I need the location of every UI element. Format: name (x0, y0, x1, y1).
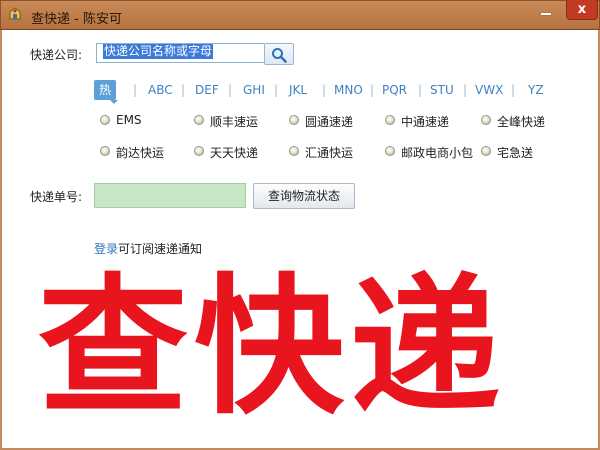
radio-zhaijisong[interactable] (481, 146, 491, 156)
courier-label[interactable]: 邮政电商小包 (401, 144, 473, 161)
minimize-icon (541, 13, 551, 15)
courier-label[interactable]: 圆通速递 (305, 113, 353, 130)
tracking-number-input[interactable] (94, 183, 246, 208)
courier-label[interactable]: EMS (116, 113, 142, 127)
tab-separator: | (274, 83, 279, 97)
radio-quanfeng[interactable] (481, 115, 491, 125)
tab-separator: | (228, 83, 233, 97)
courier-label[interactable]: 宅急送 (497, 144, 533, 161)
courier-company-label: 快递公司: (30, 48, 83, 62)
radio-yunda[interactable] (100, 146, 110, 156)
tab-def[interactable]: DEF (195, 80, 219, 100)
tab-stu[interactable]: STU (430, 80, 454, 100)
tab-jkl[interactable]: JKL (289, 80, 307, 100)
courier-search-placeholder[interactable]: 快递公司名称或字母 (103, 44, 214, 59)
window-title: 查快递 - 陈安可 (31, 12, 122, 27)
tab-separator: | (511, 83, 516, 97)
tab-pqr[interactable]: PQR (382, 80, 407, 100)
query-status-button[interactable]: 查询物流状态 (253, 183, 355, 209)
courier-label[interactable]: 中通速递 (401, 113, 449, 130)
radio-post-ecommerce[interactable] (385, 146, 395, 156)
minimize-button[interactable] (532, 0, 560, 20)
tab-separator: | (370, 83, 375, 97)
courier-label[interactable]: 汇通快运 (305, 144, 353, 161)
subscribe-notice-text: 可订阅速递通知 (118, 242, 203, 256)
tab-separator: | (463, 83, 468, 97)
search-button[interactable] (264, 43, 294, 65)
radio-shunfeng[interactable] (194, 115, 204, 125)
tab-separator: | (418, 83, 423, 97)
active-tab-pointer (110, 100, 118, 104)
tab-vwx[interactable]: VWX (475, 80, 503, 100)
title-bar: 查快递 - 陈安可 (0, 0, 600, 30)
radio-yuantong[interactable] (289, 115, 299, 125)
login-link[interactable]: 登录 (94, 240, 118, 257)
tab-hot[interactable]: 热门 (94, 80, 117, 117)
radio-huitong[interactable] (289, 146, 299, 156)
radio-zhongtong[interactable] (385, 115, 395, 125)
banner-title: 查快递 (38, 259, 507, 435)
courier-label[interactable]: 天天快递 (210, 144, 258, 161)
courier-label[interactable]: 全峰快递 (497, 113, 545, 130)
tab-separator: | (181, 83, 186, 97)
tab-ghi[interactable]: GHI (243, 80, 265, 100)
tab-yz[interactable]: YZ (528, 80, 544, 100)
app-icon (9, 7, 21, 20)
tracking-number-label: 快递单号: (30, 190, 83, 204)
tab-abc[interactable]: ABC (148, 80, 173, 100)
radio-ems[interactable] (100, 115, 110, 125)
search-icon (272, 48, 287, 63)
radio-tiantian[interactable] (194, 146, 204, 156)
tab-mno[interactable]: MNO (334, 80, 363, 100)
tab-separator: | (322, 83, 327, 97)
tab-separator: | (133, 83, 138, 97)
courier-label[interactable]: 顺丰速运 (210, 113, 258, 130)
close-icon: x (577, 2, 587, 17)
courier-label[interactable]: 韵达快运 (116, 144, 164, 161)
